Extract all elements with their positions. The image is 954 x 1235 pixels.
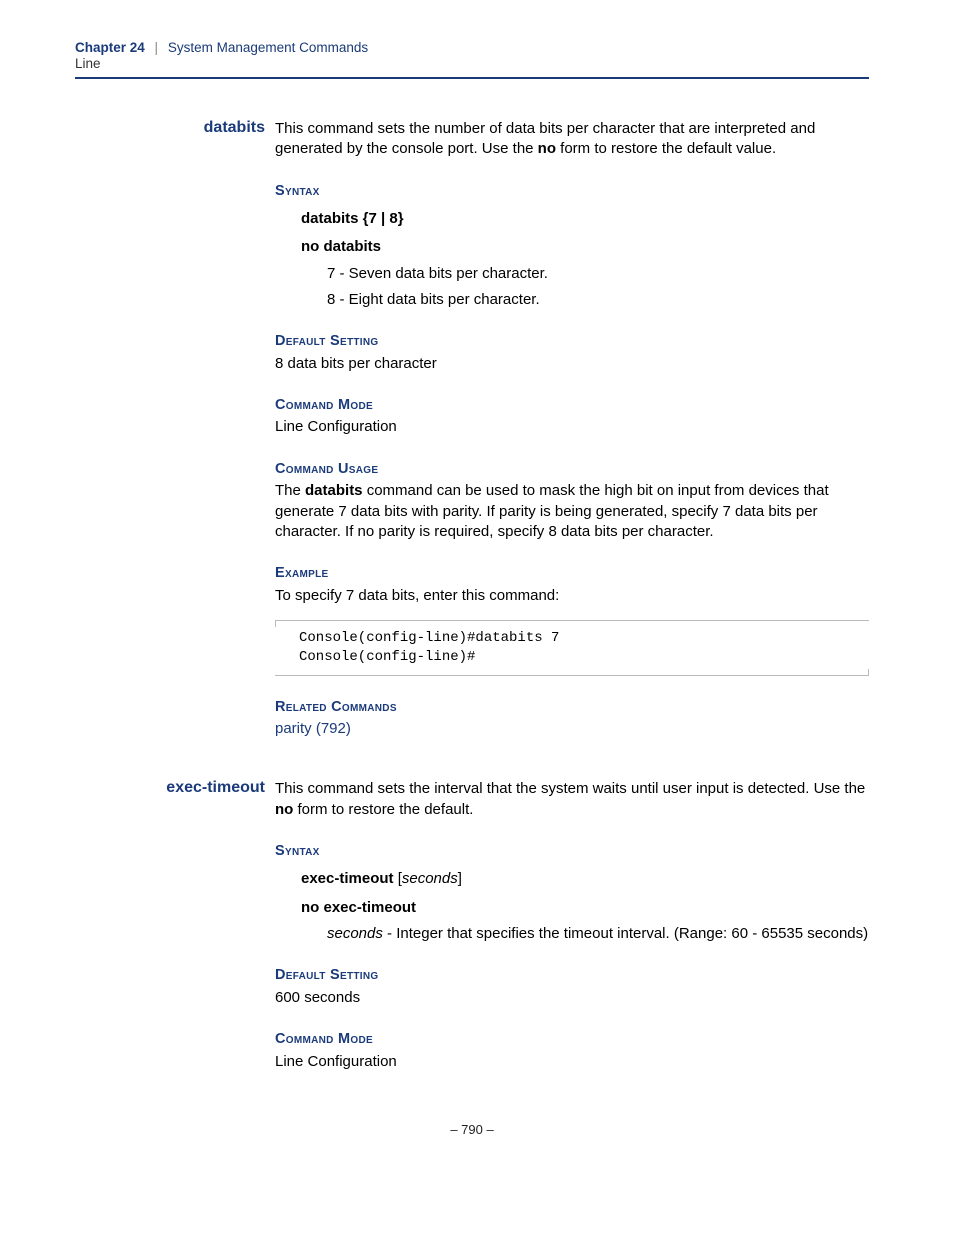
databits-keyword: databits [305, 482, 363, 499]
syntax-heading: Syntax [275, 842, 869, 862]
mode-body: Line Configuration [275, 417, 869, 437]
example-code: Console(config-line)#databits 7 Console(… [275, 620, 869, 676]
exec-timeout-body: Syntax exec-timeout [seconds] no exec-ti… [275, 842, 869, 1072]
sub-header: Line [75, 56, 869, 71]
usage-body: The databits command can be used to mask… [275, 481, 869, 542]
syntax-no: no exec-timeout [301, 899, 416, 916]
default-heading: Default Setting [275, 966, 869, 986]
text: This command sets the interval that the … [275, 780, 865, 797]
param-7: 7 - Seven data bits per character. [327, 264, 869, 284]
mode-heading: Command Mode [275, 1030, 869, 1050]
related-link[interactable]: parity (792) [275, 719, 869, 739]
separator: | [149, 40, 165, 55]
exec-timeout-entry: exec-timeout This command sets the inter… [75, 779, 869, 820]
example-heading: Example [275, 564, 869, 584]
databits-entry: databits This command sets the number of… [75, 119, 869, 160]
default-body: 600 seconds [275, 988, 869, 1008]
text: The [275, 482, 305, 499]
page-root: Chapter 24 | System Management Commands … [0, 0, 954, 1167]
syntax-arg: seconds [402, 870, 458, 887]
databits-body: Syntax databits {7 | 8} no databits 7 - … [275, 182, 869, 740]
chapter-label: Chapter 24 [75, 40, 145, 55]
default-body: 8 data bits per character [275, 354, 869, 374]
exec-timeout-intro: This command sets the interval that the … [275, 779, 869, 820]
no-keyword: no [538, 140, 556, 157]
mode-heading: Command Mode [275, 396, 869, 416]
syntax-no-line: no exec-timeout [301, 898, 869, 918]
mode-body: Line Configuration [275, 1052, 869, 1072]
param-seconds: seconds - Integer that specifies the tim… [327, 924, 869, 944]
no-keyword: no [275, 801, 293, 818]
param-desc: - Integer that specifies the timeout int… [383, 925, 868, 942]
syntax-heading: Syntax [275, 182, 869, 202]
bracket: ] [458, 870, 462, 887]
syntax-line: databits {7 | 8} [301, 209, 869, 229]
chapter-title: System Management Commands [168, 40, 368, 55]
text: form to restore the default. [293, 801, 473, 818]
syntax-args: {7 | 8} [359, 210, 404, 227]
syntax-no: no databits [301, 238, 381, 255]
related-heading: Related Commands [275, 698, 869, 718]
syntax-cmd: exec-timeout [301, 870, 394, 887]
param-name: seconds [327, 925, 383, 942]
default-heading: Default Setting [275, 332, 869, 352]
usage-heading: Command Usage [275, 460, 869, 480]
bracket: [ [394, 870, 402, 887]
syntax-no-line: no databits [301, 237, 869, 257]
text: form to restore the default value. [556, 140, 776, 157]
chapter-line: Chapter 24 | System Management Commands [75, 40, 869, 55]
syntax-cmd: databits [301, 210, 359, 227]
page-header: Chapter 24 | System Management Commands … [75, 40, 869, 79]
page-number: – 790 – [75, 1122, 869, 1137]
databits-intro: This command sets the number of data bit… [275, 119, 869, 160]
example-intro: To specify 7 data bits, enter this comma… [275, 586, 869, 606]
syntax-line: exec-timeout [seconds] [301, 869, 869, 889]
exec-timeout-label: exec-timeout [75, 779, 275, 797]
databits-label: databits [75, 119, 275, 137]
param-8: 8 - Eight data bits per character. [327, 290, 869, 310]
